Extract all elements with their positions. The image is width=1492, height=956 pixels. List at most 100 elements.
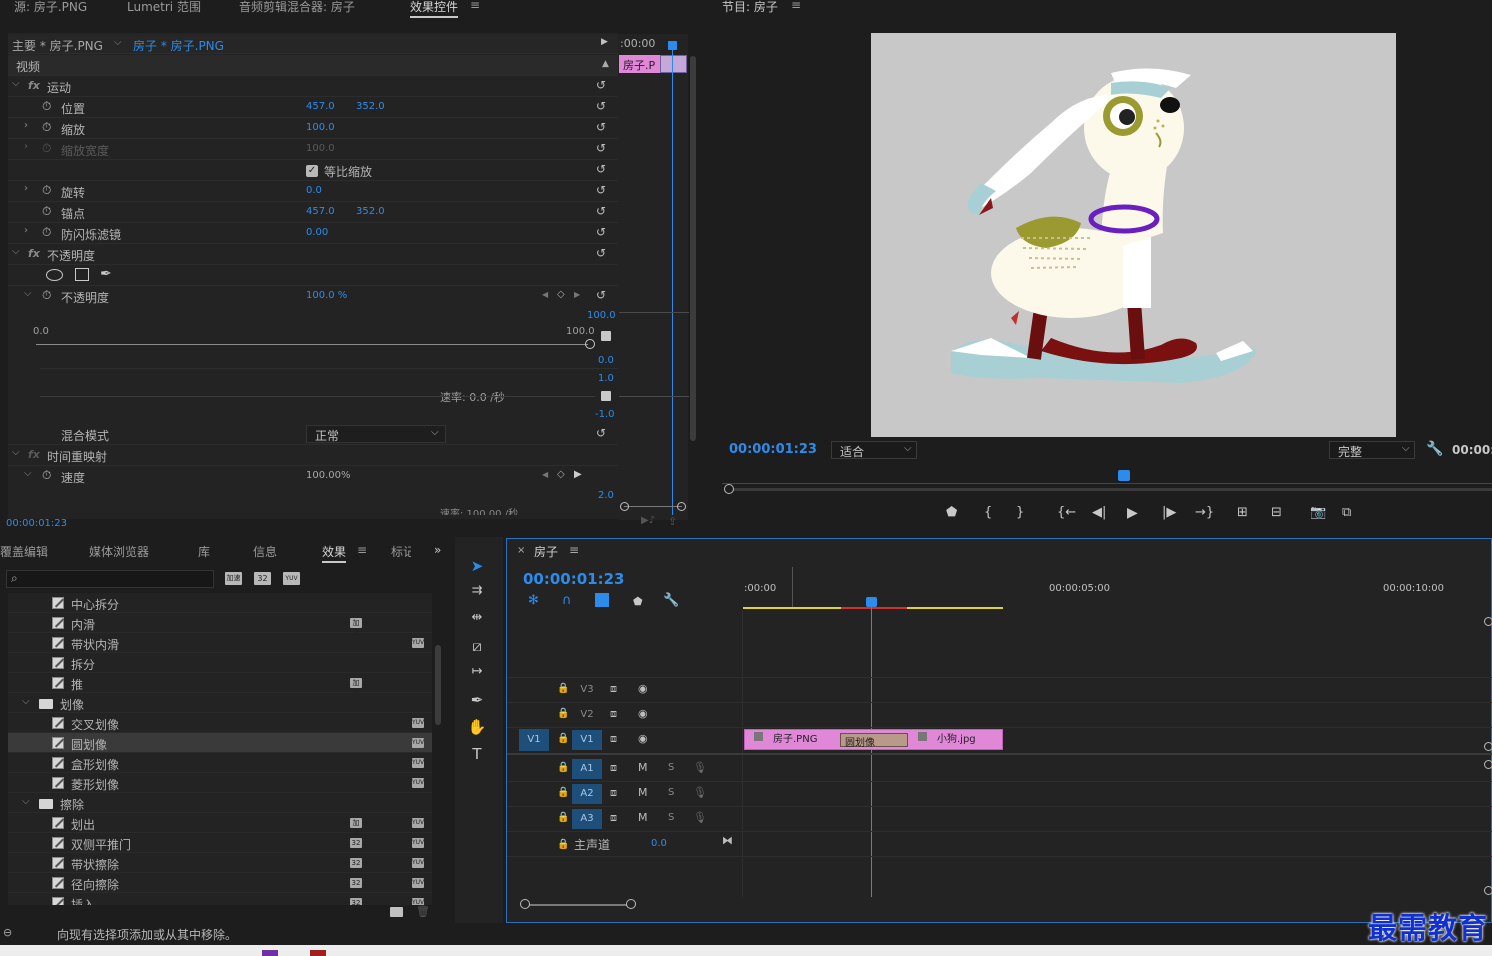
effects-search-input[interactable]: ⌕ [6, 570, 214, 588]
camera-icon[interactable]: 📷 [1310, 505, 1326, 520]
compare-view-icon[interactable]: ⧉ [1342, 505, 1351, 520]
tab-audio-mixer[interactable]: 音频剪辑混合器: 房子 [239, 0, 355, 15]
lock-icon[interactable]: 🔒 [557, 733, 569, 744]
tab-info[interactable]: 信息 [253, 543, 277, 560]
pen-tool-icon[interactable]: ✒ [462, 691, 492, 713]
position-x-value[interactable]: 457.0 [306, 101, 335, 112]
lift-icon[interactable]: ⊞ [1237, 505, 1248, 520]
effect-motion[interactable]: ⌵ fx 运动 ↺ [8, 76, 618, 97]
selection-tool-icon[interactable]: ➤ [462, 557, 492, 579]
stopwatch-icon[interactable]: ⏱ [42, 468, 51, 483]
lock-icon[interactable]: 🔒 [557, 787, 569, 798]
position-y-value[interactable]: 352.0 [356, 101, 385, 112]
expand-chevron-icon[interactable]: › [24, 183, 28, 194]
expand-chevron-icon[interactable]: › [24, 141, 28, 152]
tab-effects[interactable]: 效果 [322, 543, 347, 563]
eye-icon[interactable]: ◉ [638, 682, 648, 695]
wrench-icon[interactable]: 🔧 [663, 593, 679, 608]
track-source-patch-v1[interactable]: V1 [519, 729, 549, 751]
chevron-down-icon[interactable]: ⌵ [114, 37, 122, 48]
effects-list-item[interactable]: 插入 32 YUV [8, 893, 432, 905]
panel-menu-icon[interactable]: ≡ [470, 0, 480, 12]
expand-chevron-icon[interactable]: › [24, 120, 28, 131]
stopwatch-icon[interactable]: ⏱ [42, 120, 51, 135]
yuv-filter-icon[interactable]: YUV [283, 572, 300, 585]
effects-list-item[interactable]: 圆划像 YUV [8, 733, 432, 753]
zoom-handle-left[interactable] [620, 502, 629, 511]
add-keyframe-icon[interactable]: ◇ [557, 469, 565, 480]
effects-list-item[interactable]: 双侧平推门 32 YUV [8, 833, 432, 853]
effects-list-item[interactable]: 菱形划像 YUV [8, 773, 432, 793]
extract-icon[interactable]: ⊟ [1271, 505, 1282, 520]
track-target-toggle[interactable]: V3 [572, 680, 602, 700]
expand-chevron-icon[interactable]: › [24, 225, 28, 236]
mini-zoom-bar[interactable] [624, 506, 682, 507]
add-marker-icon[interactable]: ⬟ [633, 595, 643, 608]
eye-icon[interactable]: ◉ [638, 732, 648, 745]
go-to-out-icon[interactable]: →} [1195, 505, 1214, 520]
fx-icon[interactable]: fx [28, 247, 40, 260]
tab-program[interactable]: 节目: 房子 [722, 0, 778, 15]
lock-icon[interactable]: 🔒 [557, 708, 569, 719]
mini-clip[interactable]: 房子.P [619, 55, 660, 73]
opacity-slider-thumb[interactable] [585, 339, 595, 349]
sync-lock-icon[interactable]: ⧈ [610, 761, 617, 775]
sync-lock-icon[interactable]: ⧈ [610, 811, 617, 825]
fx-icon[interactable]: fx [28, 448, 40, 461]
step-back-icon[interactable]: ◀| [1092, 505, 1106, 520]
effects-list-item[interactable]: 径向擦除 32 YUV [8, 873, 432, 893]
tab-overwrite-edit[interactable]: 覆盖编辑 [0, 543, 48, 560]
expand-chevron-icon[interactable]: ⌵ [12, 246, 20, 257]
export-icon[interactable]: ⇪ [668, 515, 677, 528]
sync-lock-icon[interactable]: ⧈ [610, 682, 617, 696]
tab-media-browser[interactable]: 媒体浏览器 [89, 543, 149, 560]
sync-lock-icon[interactable]: ⧈ [610, 732, 617, 746]
wrench-icon[interactable]: 🔧 [1426, 441, 1443, 457]
taskbar-app-icon[interactable] [310, 950, 326, 956]
blend-mode-dropdown[interactable]: 正常 ⌵ [306, 425, 446, 443]
quality-dropdown[interactable]: 完整 ⌵ [1329, 441, 1415, 459]
anti-flicker-value[interactable]: 0.00 [306, 227, 328, 238]
stopwatch-icon[interactable]: ⏱ [42, 99, 51, 114]
panel-menu-icon[interactable]: ≡ [791, 0, 801, 12]
slip-tool-icon[interactable]: ↦ [462, 664, 492, 686]
taskbar-app-icon[interactable] [262, 950, 278, 956]
mark-out-icon[interactable]: } [1016, 505, 1024, 520]
mark-in-icon[interactable]: { [984, 505, 992, 520]
effects-list-item[interactable]: 划出 加速 YUV [8, 813, 432, 837]
solo-button[interactable]: S [668, 762, 674, 773]
linked-selection-icon[interactable]: ∩ [562, 593, 572, 608]
mini-timeline[interactable] [618, 34, 688, 520]
eye-icon[interactable]: ◉ [638, 707, 648, 720]
sync-lock-icon[interactable]: ⧈ [610, 786, 617, 800]
prev-keyframe-icon[interactable]: ◀ [542, 290, 548, 299]
effects-list-item[interactable]: 带状内滑 YUV [8, 633, 432, 653]
new-bin-icon[interactable] [390, 907, 403, 917]
reset-icon[interactable]: ↺ [596, 120, 606, 134]
master-toggle-icon[interactable]: ⧓ [722, 834, 733, 847]
ripple-edit-tool-icon[interactable]: ⇹ [462, 610, 492, 632]
rotation-value[interactable]: 0.0 [306, 185, 322, 196]
panel-menu-icon[interactable]: ≡ [357, 543, 367, 557]
timeline-v-scroll-handle[interactable] [1484, 617, 1492, 626]
microphone-icon[interactable]: 🎙 [693, 761, 707, 774]
delete-icon[interactable]: 🗑 [416, 905, 430, 918]
overflow-chevron-icon[interactable]: » [434, 543, 441, 557]
tab-source[interactable]: 源: 房子.PNG [14, 0, 87, 15]
effects-list-item[interactable]: 交叉划像 YUV [8, 713, 432, 733]
add-keyframe-icon[interactable]: ◇ [557, 289, 565, 300]
effects-list-item[interactable]: 带状擦除 32 YUV [8, 853, 432, 873]
track-target-toggle[interactable]: A1 [572, 759, 602, 779]
timeline-ruler[interactable] [743, 578, 1492, 610]
uniform-scale-checkbox[interactable]: ✓ [306, 165, 318, 177]
snap-icon[interactable]: ✻ [528, 593, 539, 608]
expand-chevron-icon[interactable]: ⌵ [24, 288, 32, 299]
nest-icon[interactable] [595, 593, 609, 607]
program-canvas[interactable] [871, 33, 1396, 437]
lock-icon[interactable]: 🔒 [557, 762, 569, 773]
reset-icon[interactable]: ↺ [596, 99, 606, 113]
effects-list-item[interactable]: 中心拆分 [8, 593, 432, 613]
pen-mask-icon[interactable]: ✒ [100, 266, 112, 282]
play-audio-icon[interactable]: ▶♪ [641, 515, 655, 526]
expand-chevron-icon[interactable]: ⌵ [12, 78, 20, 89]
